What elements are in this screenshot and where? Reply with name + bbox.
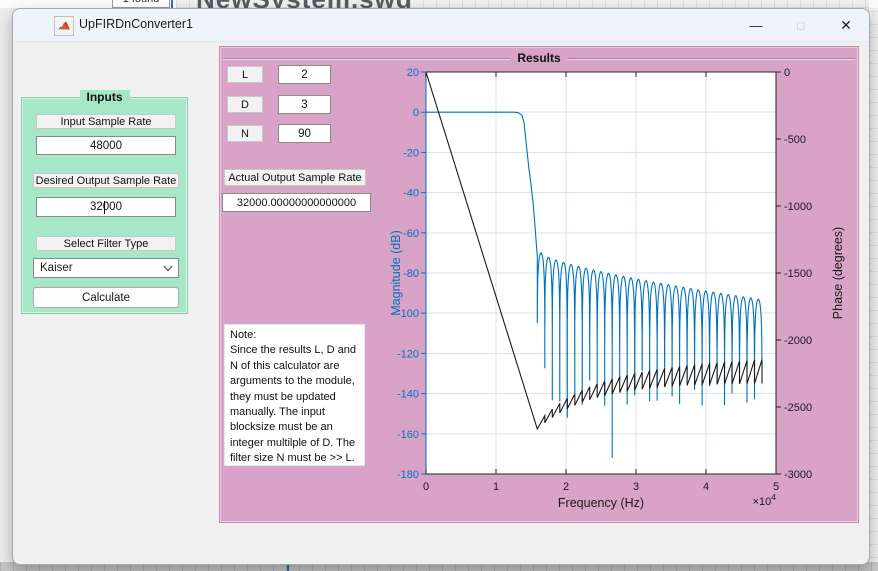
result-N-label: N (227, 125, 263, 142)
x-axis-label: Frequency (Hz) (558, 496, 644, 510)
right-tick-label: -1000 (784, 201, 812, 213)
desired-output-rate-field[interactable]: 32000 (36, 197, 176, 217)
matlab-app-icon (54, 16, 74, 36)
screen: { "background": { "search_result_text": … (0, 0, 878, 571)
desired-output-rate-label: Desired Output Sample Rate (33, 173, 179, 188)
actual-output-rate-label: Actual Output Sample Rate (224, 169, 366, 186)
input-sample-rate-label: Input Sample Rate (36, 114, 176, 129)
right-tick-label: -500 (784, 134, 806, 146)
left-tick-label: -80 (403, 268, 419, 280)
background-canvas-left (0, 0, 12, 571)
right-tick-label: -1500 (784, 268, 812, 280)
inputs-panel: Inputs Input Sample Rate 48000 Desired O… (21, 97, 188, 314)
filter-type-selected: Kaiser (40, 262, 73, 274)
close-button[interactable]: ✕ (830, 14, 862, 36)
result-L-field[interactable]: 2 (278, 65, 331, 84)
left-tick-label: -60 (403, 228, 419, 240)
result-D-field[interactable]: 3 (278, 95, 331, 114)
right-axis-label: Phase (degrees) (831, 227, 845, 319)
left-tick-label: 0 (413, 107, 419, 119)
inputs-panel-title: Inputs (80, 90, 130, 104)
right-tick-label: 0 (784, 67, 790, 79)
left-tick-label: -40 (403, 188, 419, 200)
desired-output-rate-value: 32000 (90, 201, 122, 213)
result-L-label: L (227, 66, 263, 83)
filter-type-dropdown[interactable]: Kaiser (33, 258, 179, 278)
x-tick-label: 4 (703, 481, 709, 493)
x-tick-label: 1 (493, 481, 499, 493)
left-tick-label: -120 (397, 348, 419, 360)
left-tick-label: -180 (397, 469, 419, 481)
left-tick-label: -140 (397, 389, 419, 401)
maximize-button[interactable]: ◻ (785, 14, 817, 36)
actual-output-rate-field[interactable]: 32000.00000000000000 (222, 193, 371, 212)
results-plot: 012345200-20-40-60-80-100-120-140-160-18… (371, 46, 867, 521)
right-tick-label: -2000 (784, 335, 812, 347)
note-text: Note: Since the results L, D and N of th… (224, 324, 365, 466)
result-D-label: D (227, 96, 263, 113)
background-app-strip: 1 found NewSystem.swd (0, 0, 878, 8)
input-sample-rate-field[interactable]: 48000 (36, 136, 176, 155)
left-tick-label: -20 (403, 147, 419, 159)
filter-type-label: Select Filter Type (36, 236, 176, 251)
x-tick-label: 0 (423, 481, 429, 493)
search-result-badge: 1 found (112, 0, 170, 8)
right-tick-label: -2500 (784, 402, 812, 414)
chevron-down-icon (163, 265, 173, 272)
x-tick-label: 3 (633, 481, 639, 493)
left-tick-label: -160 (397, 429, 419, 441)
right-tick-label: -3000 (784, 469, 812, 481)
x-tick-label: 2 (563, 481, 569, 493)
minimize-button[interactable]: — (740, 14, 772, 36)
left-axis-label: Magnitude (dB) (389, 230, 403, 315)
window-titlebar[interactable]: UpFIRDnConverter1 — ◻ ✕ (13, 9, 869, 42)
separator-line (171, 0, 173, 8)
calculate-button[interactable]: Calculate (33, 287, 179, 308)
window-title: UpFIRDnConverter1 (79, 17, 193, 31)
text-cursor (104, 201, 105, 214)
app-window: UpFIRDnConverter1 — ◻ ✕ Inputs Input Sam… (12, 8, 870, 565)
left-tick-label: 20 (407, 67, 419, 79)
result-N-field[interactable]: 90 (278, 124, 331, 143)
x-axis-exponent: ×104 (753, 492, 777, 508)
